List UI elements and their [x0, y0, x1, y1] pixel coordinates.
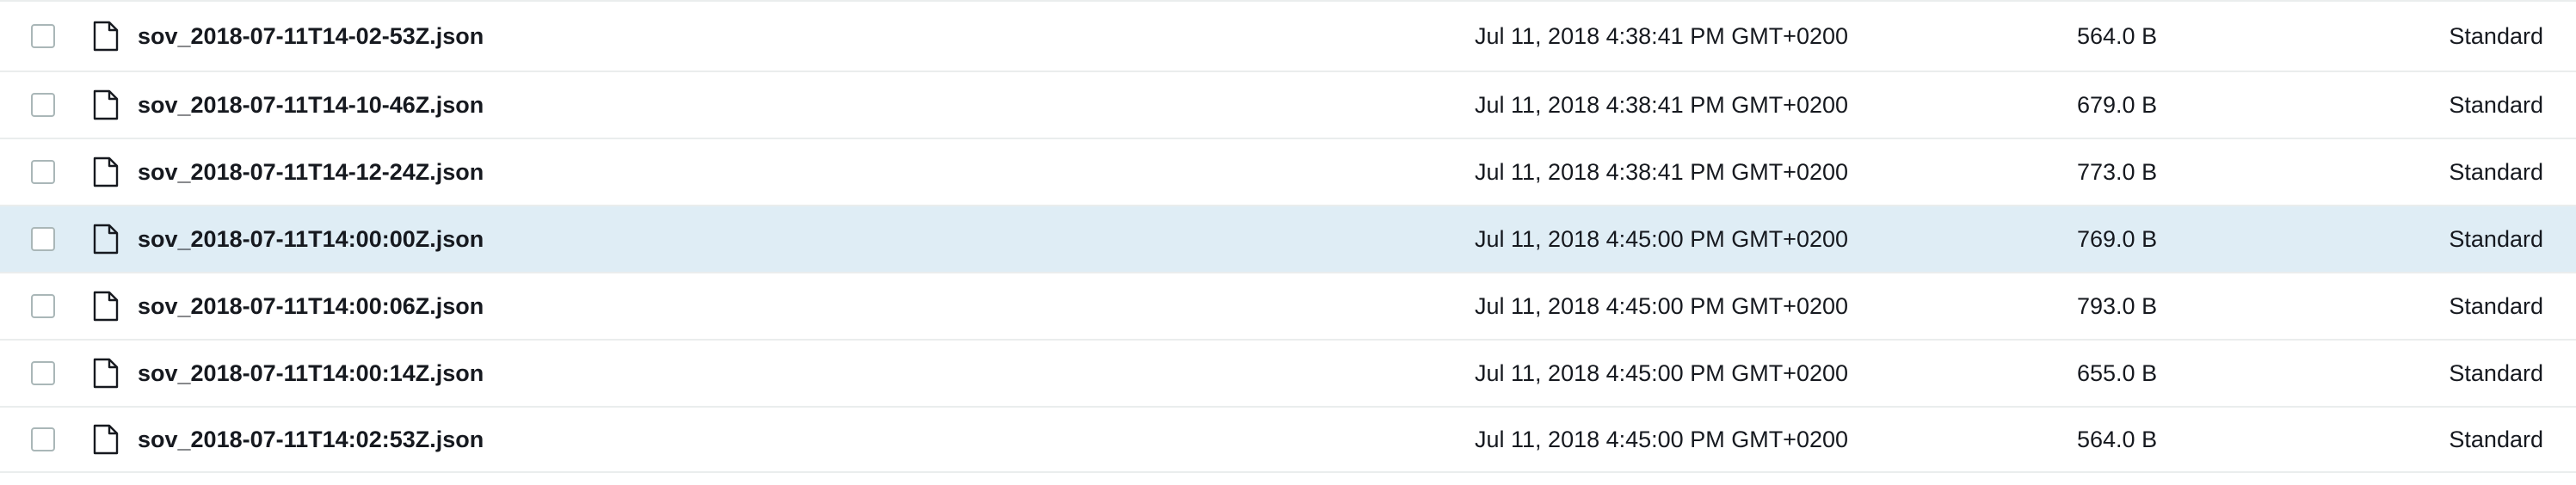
file-name-link[interactable]: sov_2018-07-11T14-02-53Z.json [138, 22, 484, 50]
row-checkbox[interactable] [31, 294, 55, 318]
row-checkbox[interactable] [31, 160, 55, 184]
table-row[interactable]: sov_2018-07-11T14:00:14Z.json Jul 11, 20… [0, 339, 2576, 406]
storage-class: Standard [2449, 360, 2543, 386]
row-checkbox[interactable] [31, 93, 55, 117]
row-checkbox[interactable] [31, 361, 55, 385]
table-row[interactable]: sov_2018-07-11T14:02:53Z.json Jul 11, 20… [0, 406, 2576, 473]
file-name-link[interactable]: sov_2018-07-11T14:00:14Z.json [138, 359, 484, 387]
last-modified: Jul 11, 2018 4:45:00 PM GMT+0200 [1475, 293, 1849, 319]
storage-class: Standard [2449, 159, 2543, 185]
last-modified: Jul 11, 2018 4:45:00 PM GMT+0200 [1475, 427, 1849, 452]
table-row[interactable]: sov_2018-07-11T14:00:06Z.json Jul 11, 20… [0, 272, 2576, 339]
last-modified: Jul 11, 2018 4:38:41 PM GMT+0200 [1475, 159, 1849, 185]
table-row[interactable]: sov_2018-07-11T14-12-24Z.json Jul 11, 20… [0, 138, 2576, 205]
row-checkbox[interactable] [31, 24, 55, 48]
storage-class: Standard [2449, 226, 2543, 252]
file-name-link[interactable]: sov_2018-07-11T14:00:06Z.json [138, 292, 484, 320]
file-table: sov_2018-07-11T14-02-53Z.json Jul 11, 20… [0, 0, 2576, 485]
file-name-link[interactable]: sov_2018-07-11T14:02:53Z.json [138, 426, 484, 453]
file-name-link[interactable]: sov_2018-07-11T14-12-24Z.json [138, 158, 484, 186]
table-row[interactable]: sov_2018-07-11T14-10-46Z.json Jul 11, 20… [0, 71, 2576, 138]
storage-class: Standard [2449, 23, 2543, 49]
storage-class: Standard [2449, 92, 2543, 118]
file-name-link[interactable]: sov_2018-07-11T14:00:00Z.json [138, 225, 484, 253]
file-icon [93, 21, 119, 52]
row-checkbox[interactable] [31, 427, 55, 451]
table-row[interactable]: sov_2018-07-11T14:00:00Z.json Jul 11, 20… [0, 205, 2576, 272]
file-size: 564.0 B [2077, 23, 2158, 49]
file-icon [93, 224, 119, 255]
file-name-link[interactable]: sov_2018-07-11T14-10-46Z.json [138, 91, 484, 119]
last-modified: Jul 11, 2018 4:45:00 PM GMT+0200 [1475, 360, 1849, 386]
storage-class: Standard [2449, 427, 2543, 452]
file-size: 793.0 B [2077, 293, 2158, 319]
file-size: 564.0 B [2077, 427, 2158, 452]
file-icon [93, 358, 119, 389]
storage-class: Standard [2449, 293, 2543, 319]
last-modified: Jul 11, 2018 4:38:41 PM GMT+0200 [1475, 23, 1849, 49]
file-icon [93, 89, 119, 120]
file-icon [93, 424, 119, 455]
file-size: 679.0 B [2077, 92, 2158, 118]
file-icon [93, 291, 119, 322]
file-size: 769.0 B [2077, 226, 2158, 252]
last-modified: Jul 11, 2018 4:45:00 PM GMT+0200 [1475, 226, 1849, 252]
file-icon [93, 157, 119, 187]
file-size: 655.0 B [2077, 360, 2158, 386]
last-modified: Jul 11, 2018 4:38:41 PM GMT+0200 [1475, 92, 1849, 118]
row-checkbox[interactable] [31, 227, 55, 251]
file-size: 773.0 B [2077, 159, 2158, 185]
table-row[interactable]: sov_2018-07-11T14-02-53Z.json Jul 11, 20… [0, 0, 2576, 71]
